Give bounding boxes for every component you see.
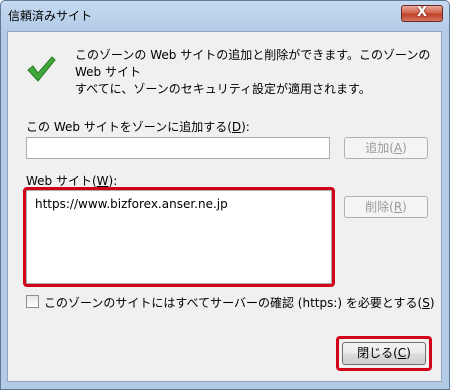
close-button-highlight [336, 336, 432, 371]
dialog-body: このゾーンの Web サイトの追加と削除ができます。このゾーンの Web サイト… [7, 31, 442, 382]
add-site-label: この Web サイトをゾーンに追加する(D): [26, 120, 250, 134]
add-site-input[interactable] [26, 137, 330, 159]
require-https-label[interactable]: このゾーンのサイトにはすべてサーバーの確認 (https:) を必要とする(S) [44, 294, 435, 311]
zone-description: このゾーンの Web サイトの追加と削除ができます。このゾーンの Web サイト… [75, 47, 435, 98]
remove-button[interactable]: 削除(R) [344, 196, 428, 218]
require-https-checkbox[interactable] [26, 295, 39, 308]
dialog-title: 信頼済みサイト [8, 9, 93, 23]
add-button[interactable]: 追加(A) [344, 137, 428, 159]
trusted-sites-dialog: 信頼済みサイト X このゾーンの Web サイトの追加と削除ができます。このゾー… [0, 0, 450, 390]
description-line-2: すべてに、ゾーンのセキュリティ設定が適用されます。 [75, 82, 371, 96]
close-icon: X [416, 5, 428, 20]
window-close-button[interactable]: X [401, 5, 443, 22]
description-line-1: このゾーンの Web サイトの追加と削除ができます。このゾーンの Web サイト [75, 48, 431, 79]
title-bar[interactable]: 信頼済みサイト X [1, 1, 449, 29]
websites-highlight [23, 187, 335, 287]
checkmark-icon [27, 56, 56, 82]
